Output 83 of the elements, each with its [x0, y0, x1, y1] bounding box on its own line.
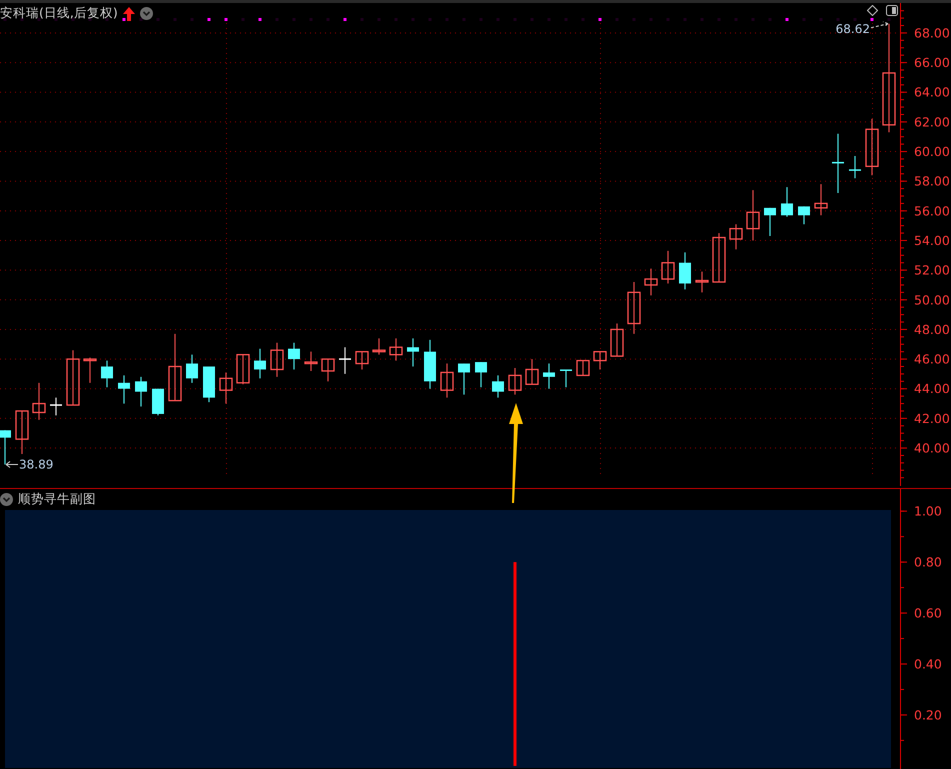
candlestick: [50, 397, 62, 416]
axis-label: 54.00: [914, 233, 950, 248]
candlestick: [135, 376, 147, 408]
indicator-title: 顺势寻牛副图: [18, 491, 96, 508]
candlestick: [321, 358, 335, 382]
axis-label: 40.00: [914, 440, 950, 456]
candlestick: [203, 366, 215, 403]
axis-label: 66.00: [914, 55, 950, 70]
candlestick: [32, 382, 46, 420]
candlestick: [729, 224, 743, 250]
candlestick: [746, 190, 760, 241]
axis-label: 44.00: [914, 381, 950, 396]
low-price-label: 38.89: [19, 458, 54, 472]
candlestick: [764, 207, 776, 237]
axis-label: 0.60: [914, 606, 942, 621]
candlestick: [407, 338, 419, 367]
candlestick: [644, 268, 658, 296]
axis-label: 46.00: [914, 352, 950, 367]
candlestick: [832, 133, 844, 194]
candlestick: [372, 338, 386, 356]
candlestick: [492, 374, 504, 398]
dropdown-icon[interactable]: [140, 7, 153, 20]
candlestick: [679, 252, 691, 290]
candlestick: [355, 351, 369, 370]
axis-label: 56.00: [914, 203, 950, 218]
axis-label: 60.00: [914, 144, 950, 160]
candlestick: [15, 410, 29, 454]
candlestick: [101, 360, 113, 388]
candlestick: [254, 348, 266, 379]
candlestick: [152, 388, 164, 416]
candlestick: [661, 250, 675, 284]
candlestick: [66, 350, 80, 406]
axis-label: 68.00: [914, 25, 950, 40]
axis-label: 0.20: [914, 707, 942, 722]
candlestick: [849, 156, 861, 179]
candlestick: [865, 118, 879, 176]
candlestick: [798, 206, 810, 225]
candlestick: [186, 354, 198, 384]
diamond-icon[interactable]: [867, 5, 878, 16]
up-arrow-icon: [122, 6, 135, 20]
candlestick: [458, 363, 470, 396]
leader-line: [6, 461, 18, 468]
axis-label: 48.00: [914, 322, 950, 337]
axis-label: 58.00: [914, 174, 950, 189]
leader-line: [870, 21, 888, 28]
candlestick: [781, 186, 793, 218]
candlestick: [627, 282, 641, 334]
candlestick: [508, 368, 522, 396]
candlestick: [424, 339, 436, 390]
candlestick: [695, 271, 709, 293]
candlestick: [118, 374, 130, 404]
axis-label: 52.00: [914, 262, 950, 278]
candlestick: [475, 362, 487, 388]
axis-label: 1.00: [914, 504, 942, 519]
candlestick: [270, 342, 284, 378]
candlestick: [288, 342, 300, 370]
candlestick: [236, 354, 250, 385]
candlestick: [593, 351, 607, 370]
axis-label: 0.40: [914, 656, 942, 672]
axis-label: 64.00: [914, 84, 950, 100]
candlestick: [525, 358, 539, 385]
candlestick: [389, 338, 403, 362]
candlestick: [712, 232, 726, 283]
stock-title: 安科瑞(日线,后复权): [0, 5, 118, 22]
panel-toggle-icon[interactable]: [886, 5, 898, 16]
dropdown-icon[interactable]: [0, 493, 13, 506]
candlestick: [0, 430, 11, 465]
candlestick: [83, 357, 97, 384]
candlestick: [610, 323, 624, 357]
high-price-label: 68.62: [836, 22, 870, 36]
axis-label: 50.00: [914, 292, 950, 308]
axis-label: 62.00: [914, 114, 950, 130]
candlestick: [560, 368, 572, 388]
candlestick: [219, 372, 233, 404]
candlestick: [543, 363, 555, 390]
axis-label: 42.00: [914, 410, 950, 426]
candlestick: [440, 363, 454, 398]
candlestick: [304, 351, 318, 372]
candlestick: [339, 346, 351, 374]
candlestick: [168, 333, 182, 402]
axis-label: 0.80: [914, 554, 942, 570]
candlestick: [814, 184, 828, 216]
candlestick: [576, 360, 590, 376]
